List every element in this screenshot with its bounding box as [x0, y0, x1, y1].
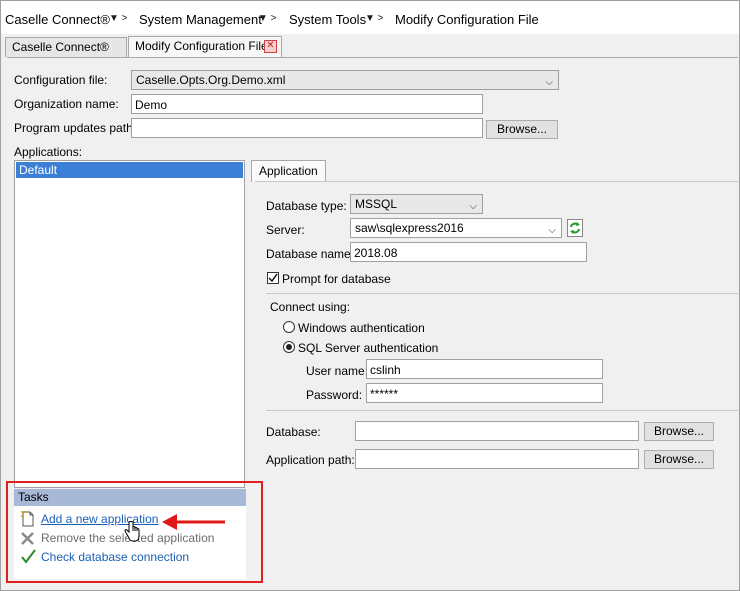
password-input[interactable]: ******: [366, 383, 603, 403]
database-type-value: MSSQL: [355, 197, 398, 211]
sql-auth-label: SQL Server authentication: [298, 341, 439, 355]
windows-auth-radio[interactable]: [283, 321, 295, 333]
browse-updates-button[interactable]: Browse...: [486, 120, 558, 139]
database-name-input[interactable]: 2018.08: [350, 242, 587, 262]
updates-path-input[interactable]: [131, 118, 483, 138]
breadcrumb-system-management[interactable]: System Management: [139, 12, 262, 27]
server-dropdown[interactable]: saw\sqlexpress2016 ⌵: [350, 218, 562, 238]
tab-caselle-connect[interactable]: Caselle Connect®: [5, 37, 127, 57]
sql-auth-radio[interactable]: [283, 341, 295, 353]
org-name-input[interactable]: Demo: [131, 94, 483, 114]
divider: [266, 410, 738, 411]
breadcrumb-separator-icon[interactable]: ▼ >: [258, 13, 277, 24]
database-label: Database:: [266, 425, 321, 439]
highlight-box: [6, 481, 263, 583]
windows-auth-label: Windows authentication: [298, 321, 425, 335]
browse-database-button[interactable]: Browse...: [644, 422, 714, 441]
close-icon[interactable]: ✕: [264, 40, 277, 53]
list-item[interactable]: Default: [16, 162, 243, 178]
chevron-down-icon: ⌵: [548, 225, 556, 236]
tab-label: Application: [259, 164, 318, 178]
updates-path-label: Program updates path:: [14, 121, 137, 135]
breadcrumb-separator-icon[interactable]: ▼ >: [365, 13, 384, 24]
config-file-label: Configuration file:: [14, 73, 108, 87]
breadcrumb-home[interactable]: Caselle Connect®: [5, 12, 110, 27]
prompt-checkbox[interactable]: [267, 272, 279, 284]
org-name-label: Organization name:: [14, 97, 119, 111]
username-input[interactable]: cslinh: [366, 359, 603, 379]
chevron-down-icon: ⌵: [469, 201, 477, 212]
server-value: saw\sqlexpress2016: [355, 221, 464, 235]
refresh-icon[interactable]: [567, 219, 583, 237]
breadcrumb-current: Modify Configuration File: [395, 12, 539, 27]
config-file-value: Caselle.Opts.Org.Demo.xml: [136, 73, 286, 87]
database-path-input[interactable]: [355, 421, 639, 441]
database-name-label: Database name:: [266, 247, 355, 261]
database-type-dropdown[interactable]: MSSQL ⌵: [350, 194, 483, 214]
config-file-dropdown[interactable]: Caselle.Opts.Org.Demo.xml ⌵: [131, 70, 559, 90]
database-type-label: Database type:: [266, 199, 347, 213]
tab-modify-configuration-file[interactable]: Modify Configuration File ✕: [128, 36, 282, 57]
password-label: Password:: [306, 388, 363, 402]
tab-label: Modify Configuration File: [135, 39, 268, 53]
connect-using-label: Connect using:: [270, 300, 351, 314]
application-path-input[interactable]: [355, 449, 639, 469]
browse-application-path-button[interactable]: Browse...: [644, 450, 714, 469]
tab-application[interactable]: Application: [251, 160, 326, 182]
chevron-down-icon: ⌵: [545, 77, 553, 88]
breadcrumb: Caselle Connect® ▼ > System Management ▼…: [1, 1, 739, 34]
divider: [266, 293, 738, 294]
server-label: Server:: [266, 223, 305, 237]
applications-label: Applications:: [14, 145, 83, 159]
breadcrumb-separator-icon[interactable]: ▼ >: [109, 13, 128, 24]
breadcrumb-system-tools[interactable]: System Tools: [289, 12, 366, 27]
tab-label: Caselle Connect®: [12, 40, 109, 54]
prompt-label: Prompt for database: [282, 272, 391, 286]
username-label: User name:: [306, 364, 369, 378]
applications-list[interactable]: Default: [14, 160, 245, 488]
application-path-label: Application path:: [266, 453, 355, 467]
